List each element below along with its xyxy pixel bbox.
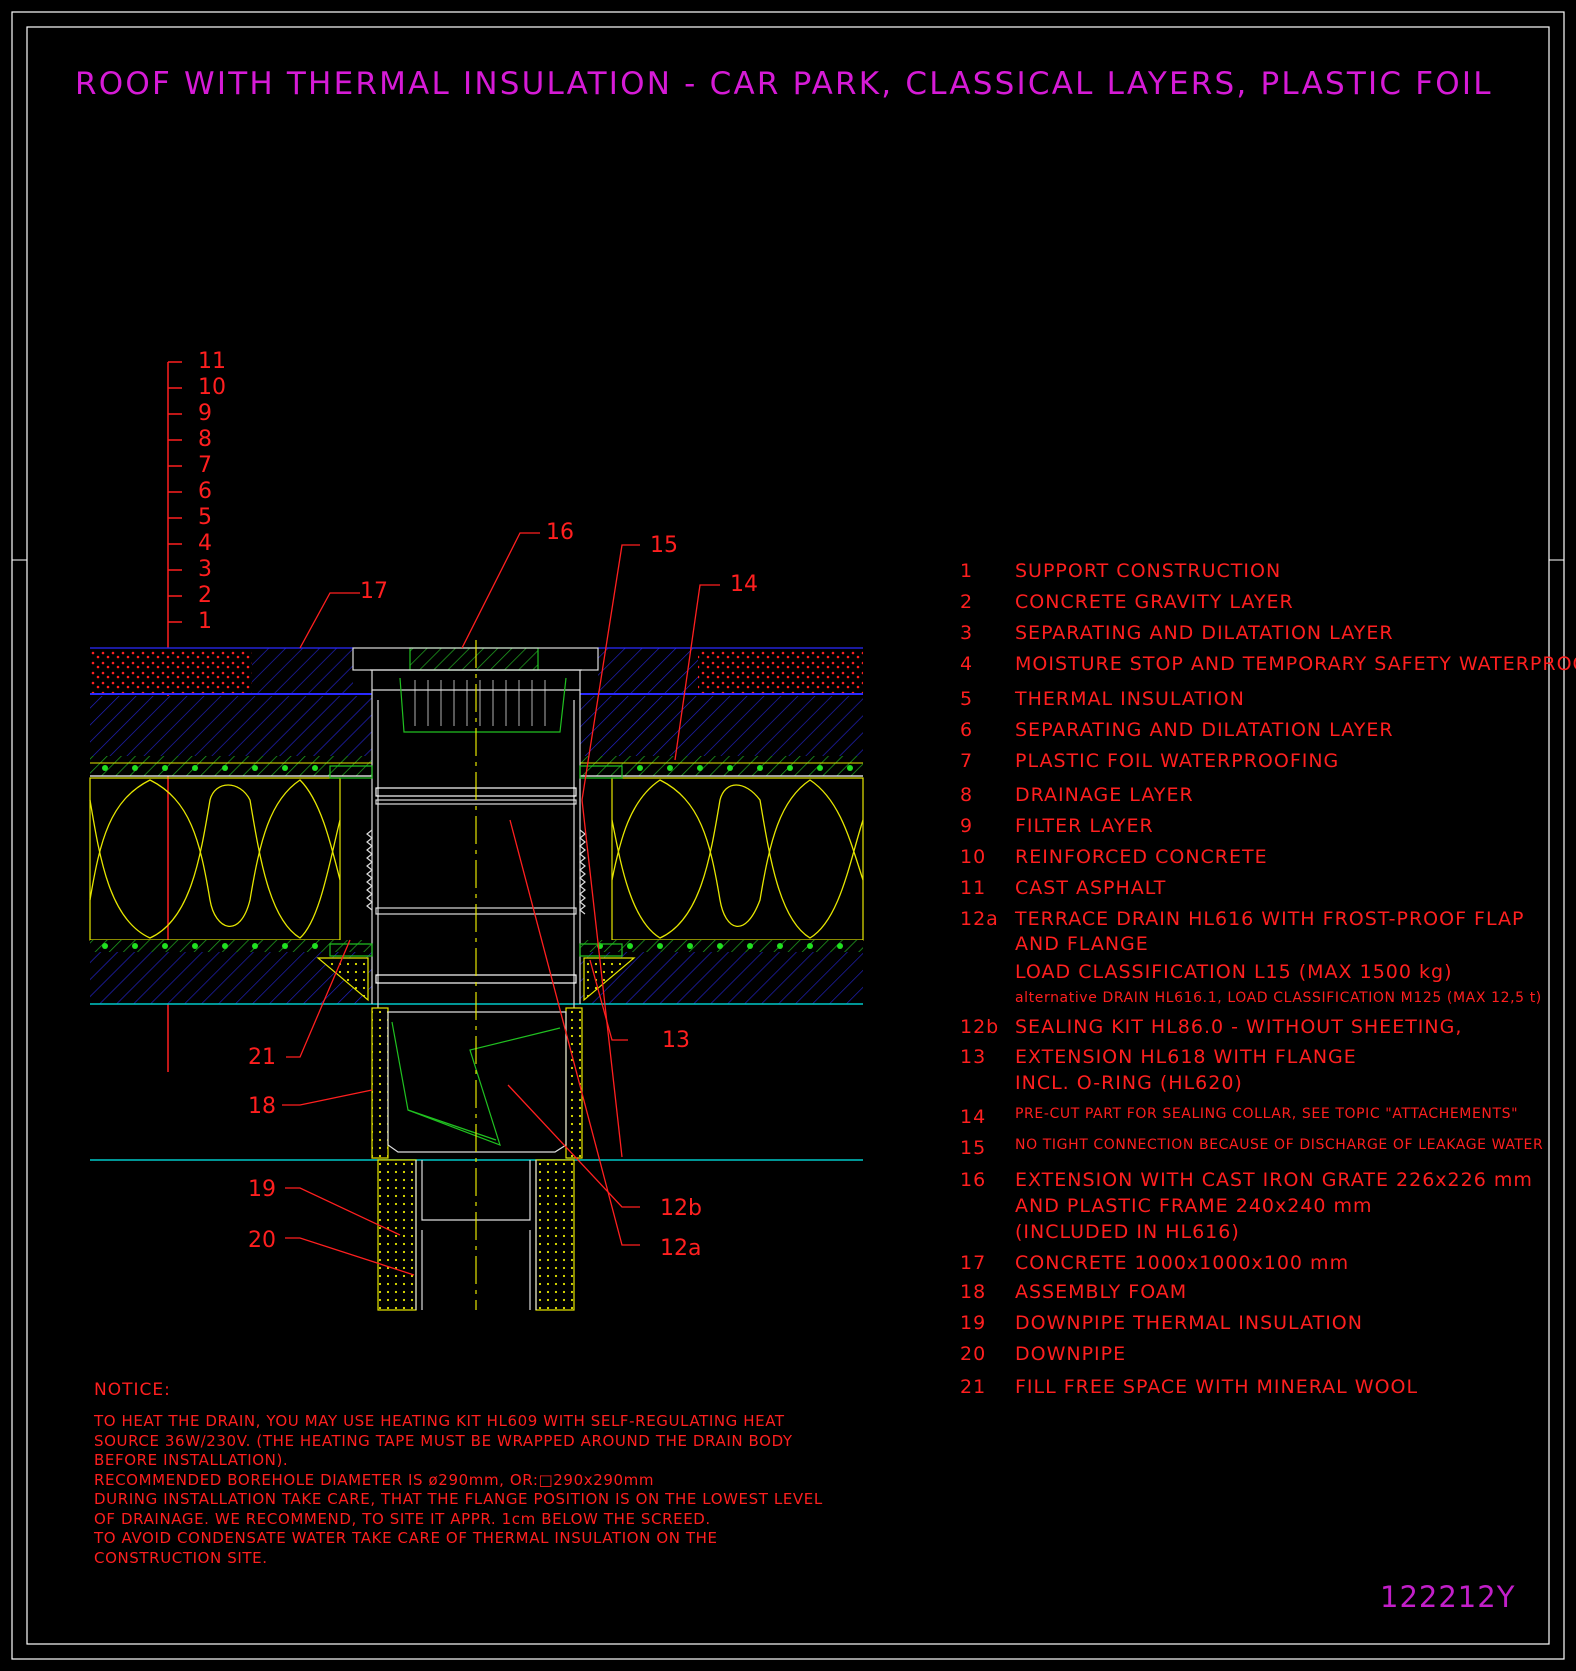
callout-12b: 12b xyxy=(660,1196,702,1221)
notice-line: OF DRAINAGE. WE RECOMMEND, TO SITE IT AP… xyxy=(94,1509,711,1528)
notice-line: TO AVOID CONDENSATE WATER TAKE CARE OF T… xyxy=(94,1529,718,1547)
scale-label: 1 xyxy=(198,609,212,634)
reinforced-concrete-upper-left xyxy=(90,696,372,756)
assembly-foam-left xyxy=(371,1007,389,1159)
inner-frame xyxy=(26,26,1550,1645)
thermal-insulation-right xyxy=(611,777,864,941)
concrete-slab-left xyxy=(252,648,353,694)
concrete-slab-right xyxy=(598,648,698,694)
callout-21: 21 xyxy=(248,1045,276,1070)
callout-15: 15 xyxy=(650,533,678,558)
notice-line: TO HEAT THE DRAIN, YOU MAY USE HEATING K… xyxy=(94,1412,785,1430)
drawing-code: 122212Y xyxy=(1380,1580,1516,1614)
scale-label: 5 xyxy=(198,505,212,530)
callout-14: 14 xyxy=(730,572,758,597)
cast-iron-grate xyxy=(409,647,539,671)
scale-label: 6 xyxy=(198,479,212,504)
notice-line: DURING INSTALLATION TAKE CARE, THAT THE … xyxy=(94,1490,823,1508)
callout-20: 20 xyxy=(248,1228,276,1253)
downpipe-insulation-left xyxy=(377,1159,417,1311)
cast-asphalt-right xyxy=(698,648,863,694)
notice-line: RECOMMENDED BOREHOLE DIAMETER IS ø290mm,… xyxy=(94,1470,655,1489)
notice-line: BEFORE INSTALLATION). xyxy=(94,1451,289,1469)
scale-label: 2 xyxy=(198,583,212,608)
downpipe-insulation-right xyxy=(535,1159,575,1311)
reinforced-concrete-upper-right xyxy=(580,696,863,756)
callout-13: 13 xyxy=(662,1028,690,1053)
scale-label: 9 xyxy=(198,401,212,426)
cast-asphalt-left xyxy=(90,648,252,694)
notice-heading: NOTICE: xyxy=(94,1380,171,1400)
callout-16: 16 xyxy=(546,520,574,545)
leader-lines xyxy=(282,532,720,1276)
drawing-sheet: ROOF WITH THERMAL INSULATION - CAR PARK,… xyxy=(0,0,1576,1671)
notice-line: CONSTRUCTION SITE. xyxy=(94,1548,268,1567)
callout-18: 18 xyxy=(248,1094,276,1119)
scale-label: 11 xyxy=(198,349,226,374)
notice-line: SOURCE 36W/230V. (THE HEATING TAPE MUST … xyxy=(94,1431,793,1450)
callout-12a: 12a xyxy=(660,1236,702,1261)
scale-label: 8 xyxy=(198,427,212,452)
drawing-title: ROOF WITH THERMAL INSULATION - CAR PARK,… xyxy=(75,66,1493,102)
callout-19: 19 xyxy=(248,1177,276,1202)
scale-label: 10 xyxy=(198,375,226,400)
callout-17: 17 xyxy=(360,579,388,604)
scale-label: 3 xyxy=(198,557,212,582)
notice-text: TO HEAT THE DRAIN, YOU MAY USE HEATING K… xyxy=(94,1412,834,1568)
scale-label: 7 xyxy=(198,453,212,478)
scale-label: 4 xyxy=(198,531,212,556)
